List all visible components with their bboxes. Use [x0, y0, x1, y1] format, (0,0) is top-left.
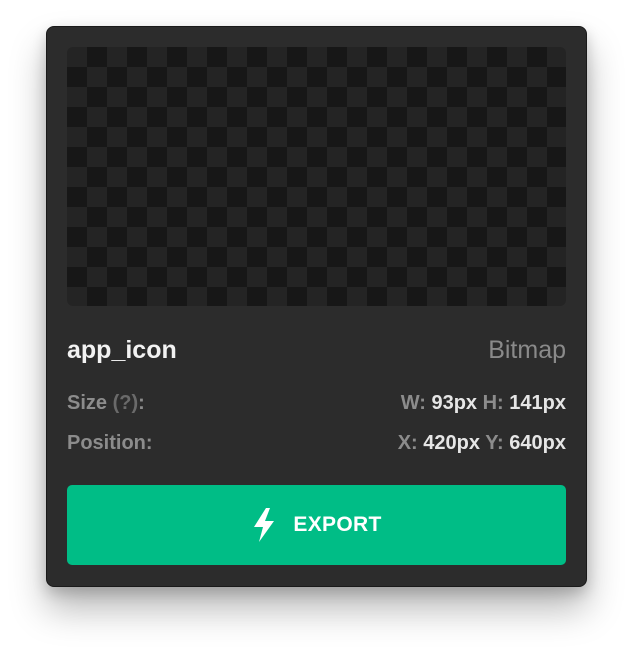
width-key: W: [400, 391, 426, 414]
export-button[interactable]: EXPORT [67, 485, 566, 565]
asset-name: app_icon [67, 335, 177, 364]
asset-header: app_icon Bitmap [67, 330, 566, 370]
height-key: H: [482, 391, 504, 414]
position-values: X: 420px Y: 640px [398, 432, 566, 455]
y-value: 640px [509, 431, 566, 454]
x-value: 420px [423, 431, 480, 454]
width-value: 93px [431, 391, 478, 414]
position-row: Position: X: 420px Y: 640px [67, 428, 566, 458]
transparent-preview [67, 47, 566, 306]
export-button-label: EXPORT [293, 513, 382, 536]
size-values: W: 93px H: 141px [401, 392, 566, 415]
size-help-link[interactable]: (?) [113, 392, 139, 414]
asset-card: app_icon Bitmap Size (?): W: 93px H: 141… [46, 26, 587, 587]
asset-type: Bitmap [488, 335, 566, 364]
size-label-colon: : [138, 391, 145, 414]
lightning-bolt-icon [254, 508, 275, 542]
size-label-text: Size [67, 391, 108, 414]
position-label: Position: [67, 431, 153, 454]
y-key: Y: [485, 431, 504, 454]
height-value: 141px [509, 391, 566, 414]
x-key: X: [397, 431, 418, 454]
size-label: Size (?): [67, 392, 145, 415]
size-row: Size (?): W: 93px H: 141px [67, 388, 566, 418]
